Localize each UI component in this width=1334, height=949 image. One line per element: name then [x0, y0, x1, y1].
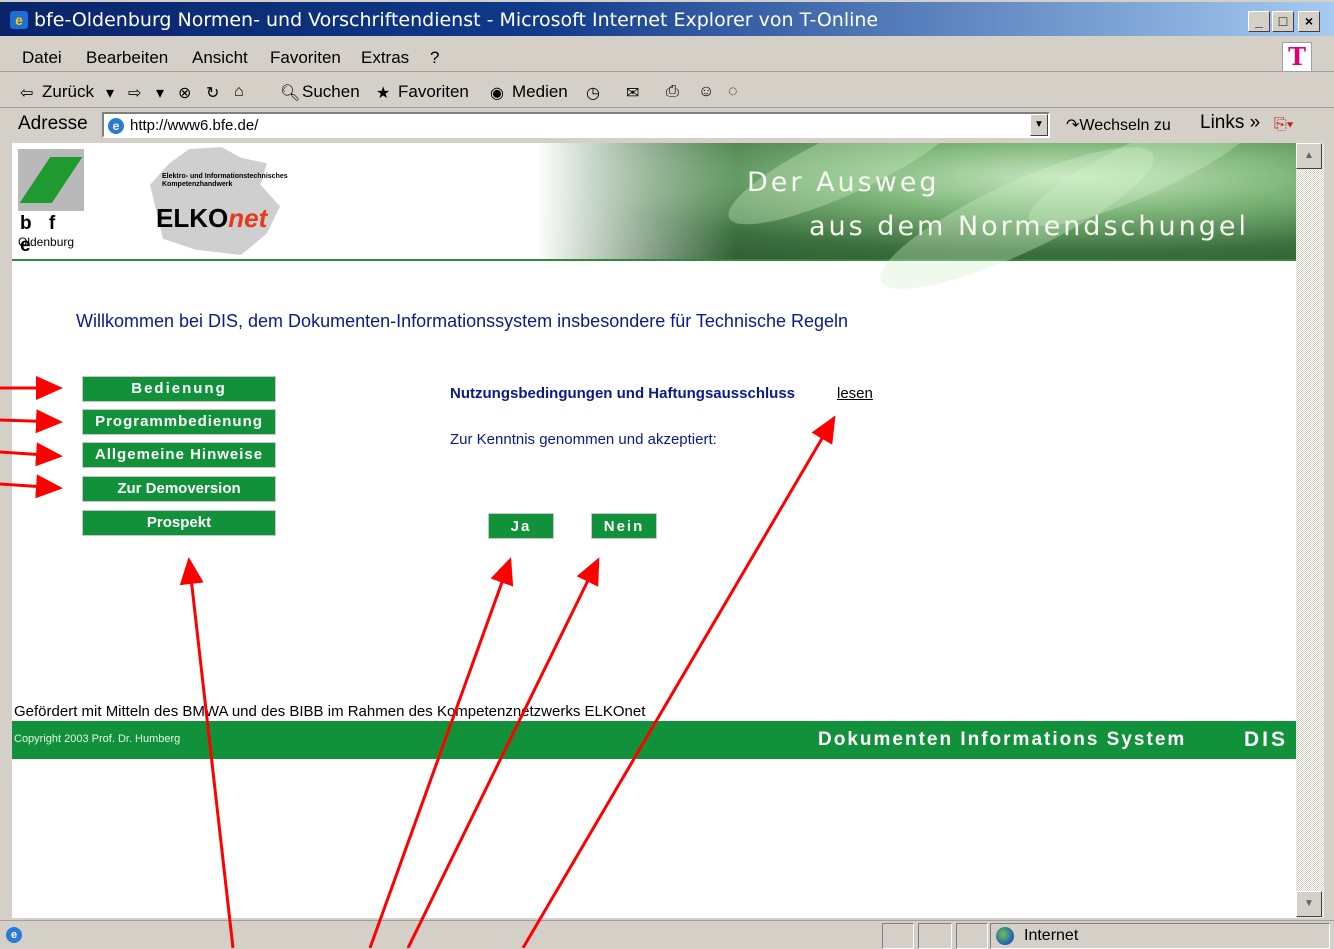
elkonet-logo: Elektro- und Informationstechnisches Kom…: [150, 147, 290, 257]
nav-demoversion-button[interactable]: Zur Demoversion: [82, 476, 276, 502]
copyright-text: Copyright 2003 Prof. Dr. Humberg: [14, 733, 181, 745]
accept-text: Zur Kenntnis genommen und akzeptiert:: [450, 431, 717, 448]
close-button[interactable]: ×: [1298, 11, 1320, 32]
menu-datei[interactable]: Datei: [22, 48, 62, 68]
links-label: Links: [1200, 112, 1245, 133]
funding-text: Gefördert mit Mitteln des BMWA und des B…: [14, 703, 646, 720]
address-bar: Adresse e http://www6.bfe.de/ ▼ ↷Wechsel…: [0, 110, 1334, 140]
go-label: Wechseln zu: [1079, 117, 1171, 134]
security-zone: Internet: [1024, 927, 1079, 944]
go-button[interactable]: ↷Wechseln zu: [1066, 115, 1171, 135]
address-dropdown-icon[interactable]: ▼: [1030, 114, 1048, 136]
internet-zone-icon: [996, 927, 1014, 945]
menu-bearbeiten[interactable]: Bearbeiten: [86, 48, 168, 68]
media-button[interactable]: Medien: [512, 82, 568, 102]
footer-bar: Copyright 2003 Prof. Dr. Humberg Dokumen…: [12, 721, 1296, 759]
search-button[interactable]: Suchen: [302, 82, 360, 102]
maximize-button[interactable]: □: [1272, 11, 1294, 32]
bfe-logo: b f e Oldenburg: [18, 149, 88, 256]
minimize-button[interactable]: _: [1248, 11, 1270, 32]
search-icon: 🔍︎: [280, 85, 301, 102]
discuss-icon[interactable]: ◌: [728, 83, 738, 101]
favorites-icon: ★: [376, 85, 391, 102]
history-icon[interactable]: ◷: [586, 83, 600, 103]
welcome-heading: Willkommen bei DIS, dem Dokumenten-Infor…: [76, 311, 849, 331]
address-url[interactable]: http://www6.bfe.de/: [130, 117, 258, 134]
terms-text: Nutzungsbedingungen und Haftungsausschlu…: [450, 385, 795, 402]
menu-bar: Datei Bearbeiten Ansicht Favoriten Extra…: [0, 42, 1334, 72]
address-label: Adresse: [18, 113, 88, 134]
header-banner: b f e Oldenburg Elektro- und Information…: [12, 143, 1296, 314]
ie-icon: e: [10, 11, 28, 29]
bfe-city: Oldenburg: [18, 235, 75, 249]
system-name: Dokumenten Informations System: [818, 729, 1187, 750]
slogan-line-1: Der Ausweg: [747, 167, 940, 198]
menu-extras[interactable]: Extras: [361, 48, 409, 68]
title-bar: e bfe-Oldenburg Normen- und Vorschriften…: [0, 2, 1334, 36]
nav-bedienung-button[interactable]: Bedienung: [82, 376, 276, 402]
vertical-scrollbar[interactable]: ▲ ▼: [1296, 143, 1324, 918]
status-bar: e Internet: [0, 920, 1334, 949]
media-icon: ◉: [490, 85, 504, 102]
nav-programmbedienung-button[interactable]: Programmbedienung: [82, 409, 276, 435]
no-button[interactable]: Nein: [591, 513, 657, 539]
page-icon: e: [108, 118, 124, 134]
scroll-down-icon[interactable]: ▼: [1296, 891, 1322, 917]
stop-icon[interactable]: ⊗: [178, 83, 191, 103]
menu-favoriten[interactable]: Favoriten: [270, 48, 341, 68]
messenger-icon[interactable]: ☺: [698, 83, 714, 101]
toolbar: ⇦ Zurück ▾ ⇨ ▾ ⊗ ↻ ⌂ 🔍︎ Suchen ★ Favorit…: [0, 76, 1334, 108]
links-button[interactable]: Links »: [1200, 112, 1260, 134]
back-button[interactable]: Zurück: [42, 82, 94, 102]
slogan-line-2: aus dem Normendschungel: [809, 211, 1249, 242]
forward-dropdown-icon[interactable]: ▾: [156, 83, 164, 103]
home-icon[interactable]: ⌂: [234, 83, 244, 101]
elkonet-title: ELKOnet: [156, 203, 268, 233]
menu-ansicht[interactable]: Ansicht: [192, 48, 248, 68]
page-status-icon: e: [6, 927, 22, 943]
window-title: bfe-Oldenburg Normen- und Vorschriftendi…: [34, 9, 879, 31]
favorites-button[interactable]: Favoriten: [398, 82, 469, 102]
page-viewport: b f e Oldenburg Elektro- und Information…: [12, 143, 1296, 918]
print-icon[interactable]: ⎙: [666, 83, 679, 101]
menu-help[interactable]: ?: [430, 48, 439, 68]
forward-icon[interactable]: ⇨: [128, 83, 141, 103]
t-online-logo: T: [1282, 42, 1312, 72]
elkonet-subtitle: Elektro- und Informationstechnisches Kom…: [162, 173, 288, 188]
mail-icon[interactable]: ✉: [626, 83, 639, 103]
system-abbr: DIS: [1244, 728, 1289, 751]
yes-button[interactable]: Ja: [488, 513, 554, 539]
nav-prospekt-button[interactable]: Prospekt: [82, 510, 276, 536]
germany-map-icon: [150, 147, 280, 255]
nav-allgemeine-hinweise-button[interactable]: Allgemeine Hinweise: [82, 442, 276, 468]
back-dropdown-icon[interactable]: ▾: [106, 83, 114, 103]
back-arrow-icon: ⇦: [20, 85, 34, 102]
refresh-icon[interactable]: ↻: [206, 83, 219, 103]
browser-window: e bfe-Oldenburg Normen- und Vorschriften…: [0, 0, 1334, 949]
pdf-icon[interactable]: ⎘▾: [1274, 116, 1294, 134]
terms-read-link[interactable]: lesen: [837, 385, 873, 402]
scroll-up-icon[interactable]: ▲: [1296, 143, 1322, 169]
address-input[interactable]: e http://www6.bfe.de/ ▼: [102, 112, 1050, 138]
